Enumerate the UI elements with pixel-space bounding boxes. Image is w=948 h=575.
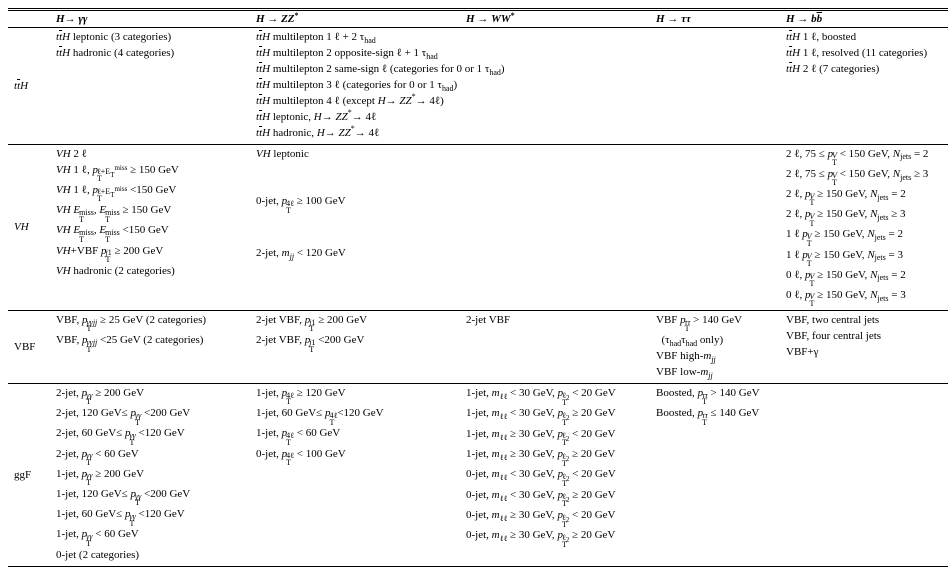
cell-vbf-htt: VBF pττT > 140 GeV (τhadτhad only) VBF h… xyxy=(650,311,780,384)
row-ggf: ggF 2-jet, pγγT ≥ 200 GeV 2-jet, 120 GeV… xyxy=(8,384,948,566)
cell-tth-hgg: ttH leptonic (3 categories) ttH hadronic… xyxy=(50,28,250,145)
header-hgg: H→ γγ xyxy=(50,10,250,28)
cell-ggf-hzz: 1-jet, p4ℓT ≥ 120 GeV 1-jet, 60 GeV≤ p4ℓ… xyxy=(250,384,460,566)
cell-vh-hzz: VH leptonic 0-jet, p4ℓT ≥ 100 GeV 2-jet,… xyxy=(250,144,460,311)
cell-vh-hbb: 2 ℓ, 75 ≤ pVT < 150 GeV, Njets = 2 2 ℓ, … xyxy=(780,144,948,311)
cell-vbf-hbb: VBF, two central jets VBF, four central … xyxy=(780,311,948,384)
cell-vh-htt xyxy=(650,144,780,311)
cell-vbf-hww: 2-jet VBF xyxy=(460,311,650,384)
cell-vh-hww xyxy=(460,144,650,311)
row-tth: ttH ttH leptonic (3 categories) ttH hadr… xyxy=(8,28,948,145)
header-hzz: H → ZZ* xyxy=(250,10,460,28)
cell-vbf-hgg: VBF, pγγjjT ≥ 25 GeV (2 categories) VBF,… xyxy=(50,311,250,384)
cell-tth-hzz-hww-htt: ttH multilepton 1 ℓ + 2 τhad ttH multile… xyxy=(250,28,780,145)
row-label-tth: ttH xyxy=(8,28,50,145)
cell-vh-hgg: VH 2 ℓ VH 1 ℓ, pℓ+ETmissT ≥ 150 GeV VH 1… xyxy=(50,144,250,311)
header-htt: H → ττ xyxy=(650,10,780,28)
row-label-vbf: VBF xyxy=(8,311,50,384)
cell-ggf-hbb xyxy=(780,384,948,566)
row-vh: VH VH 2 ℓ VH 1 ℓ, pℓ+ETmissT ≥ 150 GeV V… xyxy=(8,144,948,311)
row-vbf: VBF VBF, pγγjjT ≥ 25 GeV (2 categories) … xyxy=(8,311,948,384)
cell-vbf-hzz: 2-jet VBF, pj1T ≥ 200 GeV 2-jet VBF, pj1… xyxy=(250,311,460,384)
header-row: H→ γγ H → ZZ* H → WW* H → ττ H → bb xyxy=(8,10,948,28)
header-hww: H → WW* xyxy=(460,10,650,28)
header-hbb: H → bb xyxy=(780,10,948,28)
row-label-vh: VH xyxy=(8,144,50,311)
footer-rule xyxy=(8,566,948,567)
analysis-categories-table: H→ γγ H → ZZ* H → WW* H → ττ H → bb ttH … xyxy=(8,8,948,567)
cell-ggf-htt: Boosted, pττT > 140 GeV Boosted, pττT ≤ … xyxy=(650,384,780,566)
row-label-ggf: ggF xyxy=(8,384,50,566)
cell-ggf-hgg: 2-jet, pγγT ≥ 200 GeV 2-jet, 120 GeV≤ pγ… xyxy=(50,384,250,566)
cell-ggf-hww: 1-jet, mℓℓ < 30 GeV, pℓ2T < 20 GeV 1-jet… xyxy=(460,384,650,566)
header-empty xyxy=(8,10,50,28)
cell-tth-hbb: ttH 1 ℓ, boosted ttH 1 ℓ, resolved (11 c… xyxy=(780,28,948,145)
